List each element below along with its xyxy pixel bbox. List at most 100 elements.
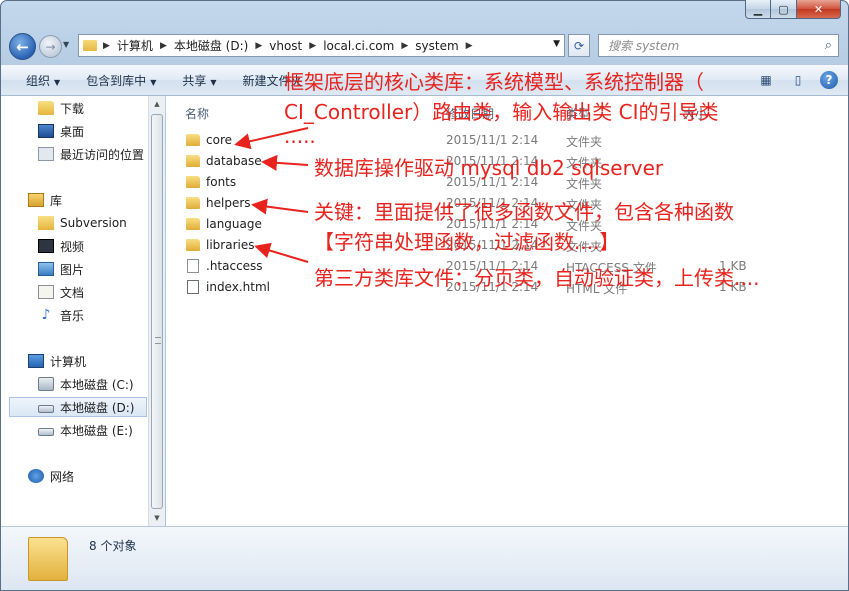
nav-item-documents[interactable]: 文档 [38,282,84,302]
nav-item-recent[interactable]: 最近访问的位置 [38,144,144,164]
nav-item-label: 下载 [60,101,85,116]
desktop-icon [38,124,54,138]
file-name: .htaccess [206,259,263,273]
file-name: fonts [206,175,237,189]
file-row-database[interactable]: database [186,151,262,171]
network-icon [28,469,44,483]
file-name: core [206,133,232,147]
history-dropdown-icon[interactable]: ▼ [63,40,69,49]
search-icon[interactable]: ⌕ [825,38,832,53]
nav-item-label: 本地磁盘 (E:) [60,423,133,438]
scroll-up-icon[interactable]: ▲ [149,96,165,112]
file-row-fonts[interactable]: fonts [186,172,236,192]
details-pane: 8 个对象 [1,526,848,590]
nav-item-computer[interactable]: 计算机 [28,351,86,371]
nav-item-label: 网络 [50,469,75,484]
annotation-core-line3: ..... [284,124,316,148]
organize-label: 组织 [26,73,51,88]
file-row-htaccess[interactable]: .htaccess [186,256,263,276]
maximize-button[interactable]: ▢ [771,0,797,19]
search-input[interactable]: 搜索 system ⌕ [598,34,839,57]
nav-item-pictures[interactable]: 图片 [38,259,84,279]
file-type: 文件夹 [566,135,603,149]
nav-item-music[interactable]: ♪ 音乐 [38,305,84,325]
file-name: database [206,154,262,168]
item-count: 8 个对象 [89,539,137,553]
file-name: helpers [206,196,251,210]
nav-item-label: 视频 [60,239,85,254]
share-label: 共享 [182,73,207,88]
file-row-core[interactable]: core [186,130,232,150]
nav-item-label: Subversion [60,216,127,230]
folder-icon [38,101,54,115]
nav-item-downloads[interactable]: 下载 [38,98,84,118]
html-file-icon [187,280,199,294]
chevron-down-icon: ▼ [210,77,217,87]
grip-icon [155,337,161,344]
help-icon[interactable]: ? [820,71,838,89]
address-dropdown-icon[interactable]: ▼ [553,39,560,49]
refresh-button[interactable]: ⟳ [568,34,590,57]
document-icon [38,285,54,299]
music-note-icon: ♪ [41,307,51,323]
chevron-right-icon[interactable]: ▶ [255,41,262,51]
picture-icon [38,262,54,276]
folder-icon [186,239,200,251]
nav-item-network[interactable]: 网络 [28,466,74,486]
preview-pane-icon[interactable]: ▯ [788,70,808,90]
nav-item-subversion[interactable]: Subversion [38,213,127,233]
chevron-right-icon[interactable]: ▶ [160,41,167,51]
search-placeholder: 搜索 system [608,39,680,53]
folder-icon [186,155,200,167]
nav-item-drive-e[interactable]: 本地磁盘 (E:) [38,420,133,440]
file-row-index-html[interactable]: index.html [186,277,270,297]
forward-button[interactable]: → [39,35,62,58]
breadcrumb-computer[interactable]: 计算机 [117,37,153,54]
chevron-right-icon[interactable]: ▶ [466,41,473,51]
close-button[interactable]: ✕ [797,0,841,19]
forward-arrow-icon: → [45,39,56,54]
organize-menu[interactable]: 组织 ▼ [26,72,60,89]
chevron-right-icon[interactable]: ▶ [401,41,408,51]
annotation-libraries: 第三方类库文件：分页类，自动验证类，上传类.... [314,266,760,290]
file-row-libraries[interactable]: libraries [186,235,254,255]
nav-item-libraries[interactable]: 库 [28,190,62,210]
nav-item-videos[interactable]: 视频 [38,236,84,256]
chevron-down-icon: ▼ [150,77,157,87]
address-bar[interactable]: ▶ 计算机 ▶ 本地磁盘 (D:) ▶ vhost ▶ local.ci.com… [78,34,565,57]
nav-item-label: 最近访问的位置 [60,147,145,162]
chevron-right-icon[interactable]: ▶ [309,41,316,51]
nav-item-label: 桌面 [60,124,85,139]
folder-icon [186,134,200,146]
file-row-language[interactable]: language [186,214,262,234]
breadcrumb-system[interactable]: system [415,39,458,53]
back-button[interactable]: ← [9,33,36,60]
breadcrumb-drive-d[interactable]: 本地磁盘 (D:) [174,37,248,54]
nav-item-desktop[interactable]: 桌面 [38,121,84,141]
share-menu[interactable]: 共享 ▼ [182,72,216,89]
column-header-name[interactable]: 名称 [185,105,209,122]
scrollbar-thumb[interactable] [151,114,163,509]
windows-drive-icon [38,377,54,391]
view-options-icon[interactable]: ▦ [756,70,776,90]
include-in-library-label: 包含到库中 [86,73,147,88]
nav-item-drive-c[interactable]: 本地磁盘 (C:) [38,374,134,394]
breadcrumb-vhost[interactable]: vhost [269,39,302,53]
computer-icon [28,354,44,368]
minimize-button[interactable]: ▁ [745,0,771,19]
file-row-helpers[interactable]: helpers [186,193,251,213]
scroll-down-icon[interactable]: ▼ [149,510,165,526]
back-arrow-icon: ← [16,37,29,56]
nav-item-drive-d[interactable]: 本地磁盘 (D:) [9,397,147,417]
nav-item-label: 音乐 [60,308,85,323]
nav-item-label: 本地磁盘 (D:) [60,400,135,415]
chevron-right-icon[interactable]: ▶ [103,41,110,51]
folder-icon [38,216,54,230]
file-name: index.html [206,280,270,294]
nav-item-label: 图片 [60,262,85,277]
breadcrumb-local-ci[interactable]: local.ci.com [323,39,394,53]
annotation-helpers-line2: 【字符串处理函数，过滤函数....】 [314,230,620,254]
nav-scrollbar[interactable]: ▲ ▼ [148,96,165,526]
include-in-library-menu[interactable]: 包含到库中 ▼ [86,72,156,89]
drive-icon [38,405,54,413]
